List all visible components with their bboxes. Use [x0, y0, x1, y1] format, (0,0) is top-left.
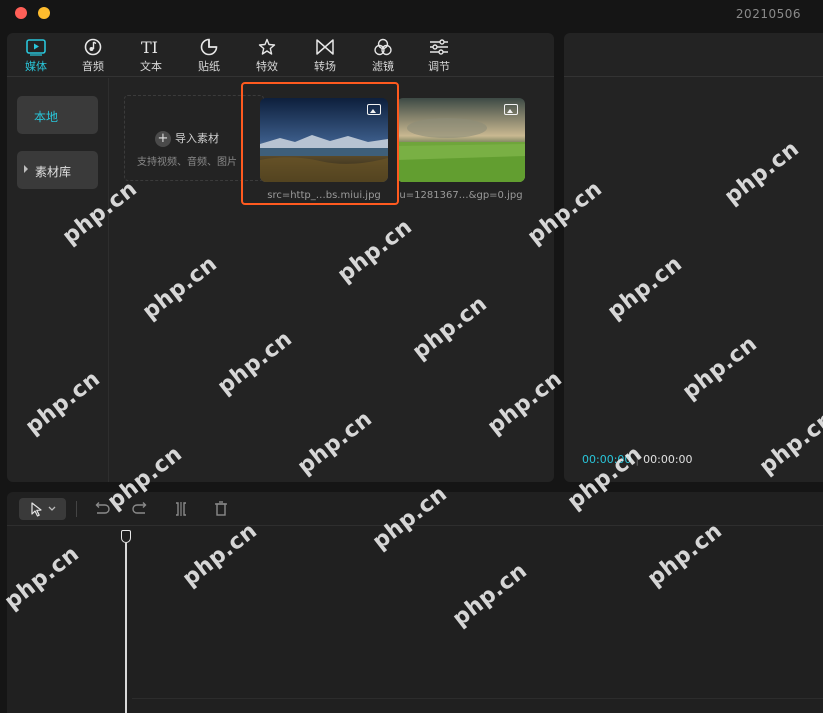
media-source-nav: 本地 素材库	[7, 78, 109, 482]
tab-label: 媒体	[25, 60, 47, 73]
timecode: 00:00:00 | 00:00:00	[582, 453, 693, 466]
tab-label: 转场	[314, 60, 336, 73]
tab-label: 特效	[256, 60, 278, 73]
tab-label: 音频	[82, 60, 104, 73]
tab-sticker[interactable]: 贴纸	[185, 37, 233, 75]
select-pointer-icon	[31, 502, 56, 517]
tab-adjust[interactable]: 调节	[415, 37, 463, 75]
redo-icon	[132, 502, 147, 514]
text-ti-icon: TI	[141, 38, 158, 56]
playhead-line	[125, 543, 127, 713]
audio-note-icon	[84, 38, 102, 56]
chevron-right-icon	[24, 165, 28, 173]
current-time: 00:00:00	[582, 453, 632, 466]
effects-star-icon	[258, 38, 276, 55]
media-play-icon	[26, 39, 46, 56]
minimize-window-button[interactable]	[38, 7, 50, 19]
tab-effects[interactable]: 特效	[243, 37, 291, 75]
redo-button[interactable]	[132, 500, 150, 518]
tab-filter[interactable]: 滤镜	[359, 37, 407, 75]
preview-panel: 00:00:00 | 00:00:00	[564, 33, 823, 482]
media-caption: u=1281367…&gp=0.jpg	[399, 190, 523, 201]
import-button[interactable]: + 导入素材	[155, 130, 219, 147]
adjust-sliders-icon	[430, 39, 448, 55]
undo-button[interactable]	[92, 500, 110, 518]
delete-button[interactable]	[212, 500, 230, 518]
total-time: 00:00:00	[643, 453, 693, 466]
tab-transition[interactable]: 转场	[301, 37, 349, 75]
filter-circles-icon	[374, 38, 392, 56]
sidebar-item-local[interactable]: 本地	[17, 96, 98, 134]
asset-toolbar: 媒体 音频 TI 文本 贴纸 特效 转场 滤镜 调节	[7, 33, 554, 77]
split-button[interactable]	[172, 500, 190, 518]
track-divider	[132, 698, 823, 699]
sidebar-item-label: 素材库	[35, 165, 72, 179]
selected-item-highlight	[241, 82, 399, 205]
tab-label: 文本	[140, 60, 162, 73]
timeline-toolbar	[7, 492, 823, 526]
tab-media[interactable]: 媒体	[12, 37, 60, 75]
import-hint: 支持视频、音频、图片	[137, 157, 237, 168]
preview-header	[564, 33, 823, 77]
svg-text:TI: TI	[141, 38, 158, 56]
media-thumbnail	[397, 98, 525, 182]
split-icon	[176, 502, 186, 516]
timeline-panel	[7, 492, 823, 713]
image-icon	[504, 104, 518, 115]
sidebar-item-label: 本地	[34, 110, 59, 124]
close-window-button[interactable]	[15, 7, 27, 19]
sticker-icon	[200, 38, 218, 56]
playhead-handle[interactable]	[121, 530, 131, 543]
timecode-separator: |	[635, 453, 640, 466]
window-title: 20210506	[735, 7, 801, 21]
delete-icon	[215, 501, 227, 516]
tab-audio[interactable]: 音频	[69, 37, 117, 75]
tab-text[interactable]: TI 文本	[127, 37, 175, 75]
plus-icon: +	[155, 131, 171, 147]
toolbar-divider	[76, 501, 77, 517]
title-bar: 20210506	[0, 0, 823, 30]
import-label: 导入素材	[175, 132, 219, 145]
select-tool-dropdown[interactable]	[19, 498, 66, 520]
tab-label: 贴纸	[198, 60, 220, 73]
tab-label: 滤镜	[372, 60, 394, 73]
tab-label: 调节	[428, 60, 450, 73]
sidebar-item-library[interactable]: 素材库	[17, 151, 98, 189]
transition-bowtie-icon	[316, 39, 334, 55]
undo-icon	[95, 502, 110, 514]
app-window: 20210506 媒体 音频 TI 文本 贴纸 特效 转场 滤镜 调节 本地 素…	[0, 0, 823, 713]
